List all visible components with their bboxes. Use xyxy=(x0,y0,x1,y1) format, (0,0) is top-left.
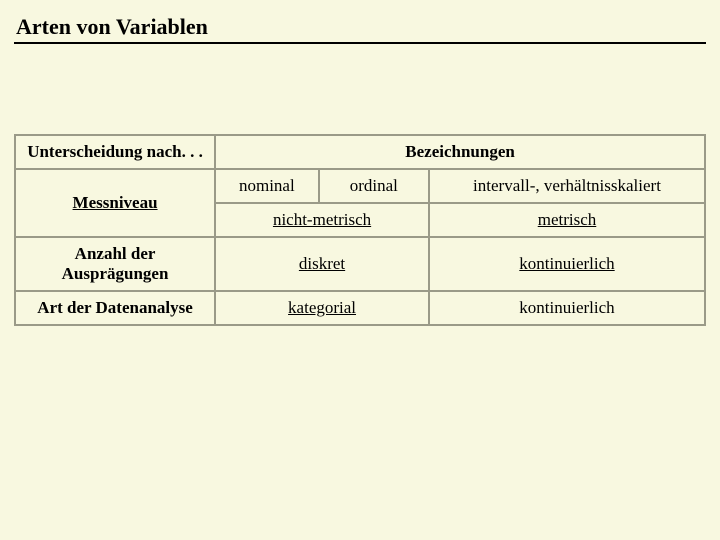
messniveau-nichtmetrisch-text: nicht-metrisch xyxy=(273,210,371,229)
messniveau-intervall: intervall-, verhältnisskaliert xyxy=(429,169,705,203)
anzahl-row: Anzahl der Ausprägungen diskret kontinui… xyxy=(15,237,705,291)
header-right-text: Bezeichnungen xyxy=(405,142,515,161)
art-kontinuierlich: kontinuierlich xyxy=(429,291,705,325)
title-underline xyxy=(14,42,706,44)
page-title: Arten von Variablen xyxy=(16,14,706,40)
art-row: Art der Datenanalyse kategorial kontinui… xyxy=(15,291,705,325)
anzahl-label-cell: Anzahl der Ausprägungen xyxy=(15,237,215,291)
header-left-text: Unterscheidung nach. . . xyxy=(27,142,203,161)
art-label-cell: Art der Datenanalyse xyxy=(15,291,215,325)
variable-types-table: Unterscheidung nach. . . Bezeichnungen M… xyxy=(14,134,706,326)
art-kategorial-text: kategorial xyxy=(288,298,356,317)
messniveau-metrisch: metrisch xyxy=(429,203,705,237)
anzahl-diskret-text: diskret xyxy=(299,254,345,273)
messniveau-label-cell: Messniveau xyxy=(15,169,215,237)
slide-page: Arten von Variablen Unterscheidung nach.… xyxy=(0,0,720,326)
header-left: Unterscheidung nach. . . xyxy=(15,135,215,169)
messniveau-metrisch-text: metrisch xyxy=(538,210,597,229)
art-kategorial: kategorial xyxy=(215,291,429,325)
anzahl-kontinuierlich: kontinuierlich xyxy=(429,237,705,291)
messniveau-nichtmetrisch: nicht-metrisch xyxy=(215,203,429,237)
table-header-row: Unterscheidung nach. . . Bezeichnungen xyxy=(15,135,705,169)
messniveau-row-1: Messniveau nominal ordinal intervall-, v… xyxy=(15,169,705,203)
anzahl-kontinuierlich-text: kontinuierlich xyxy=(519,254,614,273)
anzahl-diskret: diskret xyxy=(215,237,429,291)
anzahl-label: Anzahl der Ausprägungen xyxy=(62,244,169,283)
header-right: Bezeichnungen xyxy=(215,135,705,169)
art-label: Art der Datenanalyse xyxy=(37,298,193,317)
messniveau-label: Messniveau xyxy=(73,193,158,212)
messniveau-ordinal: ordinal xyxy=(319,169,429,203)
messniveau-nominal: nominal xyxy=(215,169,319,203)
